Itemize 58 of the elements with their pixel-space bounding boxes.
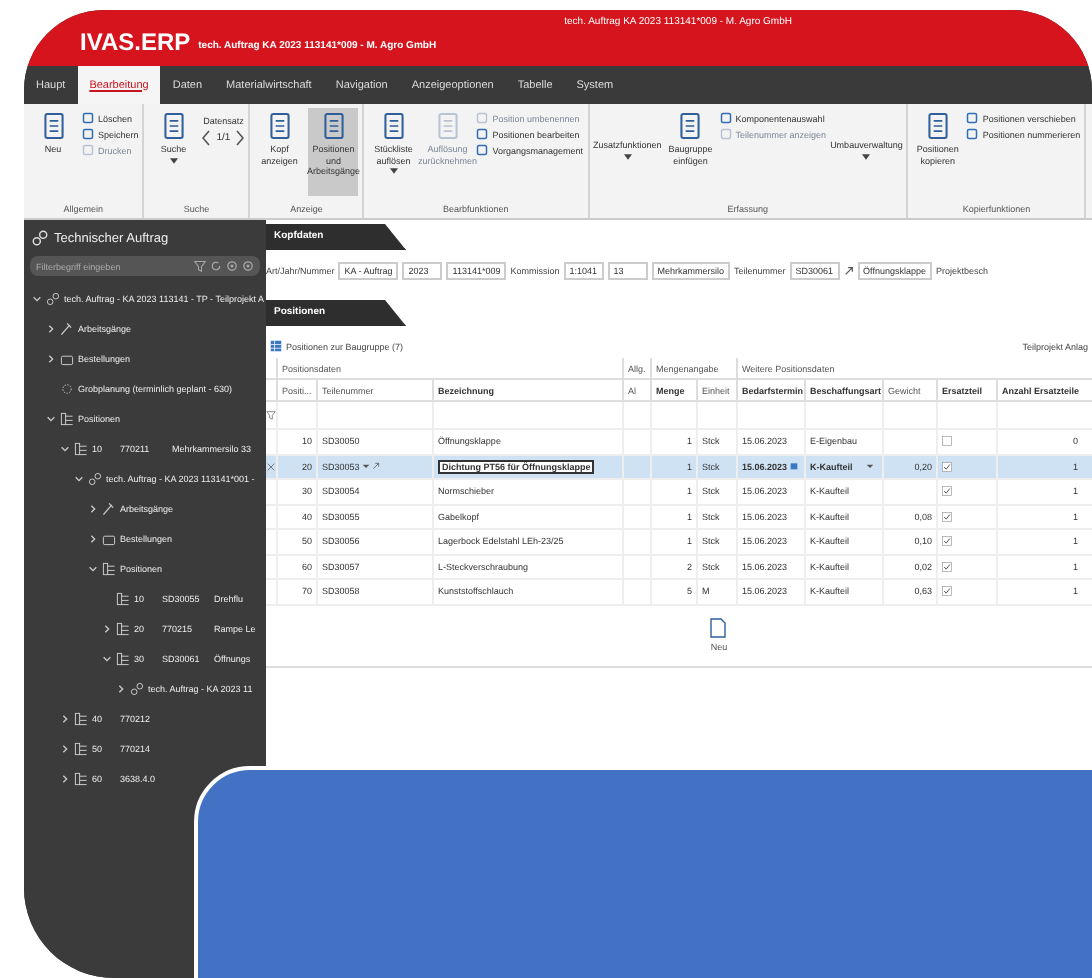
open-link-icon[interactable] <box>843 266 854 276</box>
chevron-right-icon[interactable] <box>88 504 98 514</box>
square-icon <box>476 112 489 124</box>
chevron-right-icon[interactable] <box>116 684 126 694</box>
caret-icon <box>169 157 178 163</box>
checkbox[interactable] <box>942 511 952 522</box>
checkbox[interactable] <box>942 561 952 572</box>
list-icon <box>41 112 65 140</box>
square-icon <box>476 128 489 140</box>
square-icon <box>82 112 94 124</box>
chevron-down-icon[interactable] <box>32 294 42 304</box>
chevron-right-icon[interactable] <box>46 324 56 334</box>
chevron-down-icon[interactable] <box>74 474 84 484</box>
close-icon[interactable] <box>266 461 276 472</box>
list-icon <box>267 112 292 140</box>
square-icon <box>476 144 489 156</box>
caret-icon <box>623 153 632 159</box>
calendar-icon[interactable] <box>789 462 798 471</box>
checkbox[interactable] <box>942 436 952 447</box>
list-icon <box>321 112 346 140</box>
square-icon <box>82 144 94 156</box>
refresh-icon[interactable] <box>210 260 222 272</box>
previous-icon[interactable] <box>202 130 211 146</box>
list-icon <box>678 112 703 140</box>
open-link-icon[interactable] <box>371 462 380 471</box>
list-icon <box>381 112 406 140</box>
link-icon <box>32 230 48 246</box>
chevron-down-icon[interactable] <box>46 414 56 424</box>
document-icon <box>710 618 727 638</box>
list-icon <box>925 112 950 140</box>
caret-icon <box>862 153 871 159</box>
checkbox[interactable] <box>942 461 952 472</box>
checkbox[interactable] <box>942 586 952 597</box>
square-icon <box>719 128 732 140</box>
square-icon <box>966 128 979 140</box>
checkbox[interactable] <box>942 486 952 497</box>
square-icon <box>82 128 94 140</box>
caret-icon[interactable] <box>866 462 875 471</box>
chevron-right-icon[interactable] <box>46 354 56 364</box>
list-icon <box>435 112 460 140</box>
caret-icon <box>389 168 398 174</box>
chevron-right-icon[interactable] <box>60 714 70 724</box>
chevron-down-icon[interactable] <box>60 444 70 454</box>
filter-icon[interactable] <box>194 260 206 272</box>
square-icon <box>966 112 979 124</box>
list-icon <box>161 112 186 140</box>
chevron-right-icon[interactable] <box>60 774 70 784</box>
chevron-right-icon[interactable] <box>60 744 70 754</box>
caret-icon[interactable] <box>361 462 370 471</box>
checkbox[interactable] <box>942 536 952 547</box>
chevron-right-icon[interactable] <box>88 534 98 544</box>
square-icon <box>719 112 732 124</box>
chevron-down-icon[interactable] <box>102 654 112 664</box>
chevron-down-icon[interactable] <box>88 564 98 574</box>
filter-icon[interactable] <box>266 410 276 420</box>
app-logo: IVAS.ERP <box>80 30 191 54</box>
next-icon[interactable] <box>236 130 245 146</box>
chevron-right-icon[interactable] <box>102 624 112 634</box>
